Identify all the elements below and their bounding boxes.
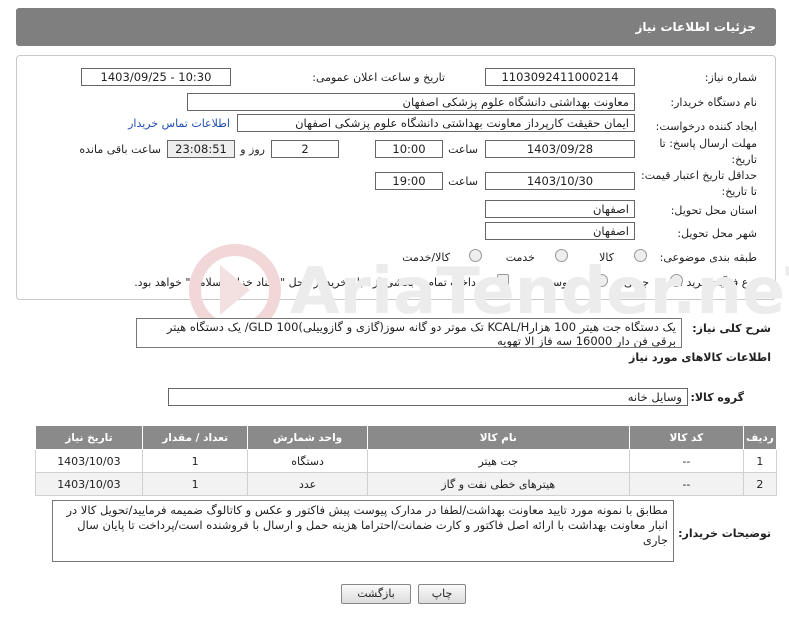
process-radio-medium[interactable] xyxy=(595,274,608,287)
deadline-date-field: 1403/09/28 xyxy=(485,140,635,158)
contact-link[interactable]: اطلاعات تماس خریدار xyxy=(128,117,230,130)
remaining-time-field: 23:08:51 xyxy=(167,140,235,158)
col-header-row: ردیف xyxy=(742,425,778,450)
deadline-time-field: 10:00 xyxy=(375,140,443,158)
page-header: جزئیات اطلاعات نیاز xyxy=(16,8,776,46)
process-option-medium: متوسط xyxy=(542,276,577,289)
category-radio-both[interactable] xyxy=(469,249,482,262)
col-header-code: کد کالا xyxy=(628,425,744,450)
need-number-field: 1103092411000214 xyxy=(485,68,635,86)
goods-group-label: گروه کالا: xyxy=(690,391,744,404)
deadline-label: مهلت ارسال پاسخ: تا تاریخ: xyxy=(659,137,757,166)
cell-qty: 1 xyxy=(141,449,249,473)
cell-code: -- xyxy=(628,472,744,496)
buyer-org-field: معاونت بهداشتی دانشگاه علوم پزشکی اصفهان xyxy=(187,93,635,111)
requester-field: ایمان حقیقت کارپرداز معاونت بهداشتی دانش… xyxy=(237,114,635,132)
category-radio-service[interactable] xyxy=(555,249,568,262)
print-button[interactable]: چاپ xyxy=(418,584,466,604)
goods-group-field: وسایل خانه xyxy=(168,388,688,406)
summary-field: یک دستگاه جت هیتر 100 هزارKCAL/H تک موتر… xyxy=(136,318,682,348)
price-validity-label: حداقل تاریخ اعتبار قیمت: تا تاریخ: xyxy=(641,169,757,198)
cell-name: هیترهای خطی نفت و گاز xyxy=(366,472,630,496)
summary-label: شرح کلی نیاز: xyxy=(692,322,771,335)
requester-label: ایجاد کننده درخواست: xyxy=(655,120,757,133)
goods-table: ردیف کد کالا نام کالا واحد شمارش تعداد /… xyxy=(35,425,778,496)
city-field: اصفهان xyxy=(485,222,635,240)
col-header-name: نام کالا xyxy=(366,425,630,450)
back-button[interactable]: بازگشت xyxy=(341,584,411,604)
treasury-checkbox[interactable] xyxy=(497,274,509,286)
col-header-date: تاریخ نیاز xyxy=(35,425,143,450)
category-option-goods: کالا xyxy=(599,251,614,264)
cell-row: 2 xyxy=(742,472,778,496)
process-label: نوع فرآیند خرید : xyxy=(679,276,757,289)
cell-date: 1403/10/03 xyxy=(35,449,143,473)
cell-qty: 1 xyxy=(141,472,249,496)
category-option-both: کالا/خدمت xyxy=(402,251,450,264)
category-radio-goods[interactable] xyxy=(634,249,647,262)
notes-field: مطابق با نمونه مورد تایید معاونت بهداشت/… xyxy=(52,500,674,562)
days-field: 2 xyxy=(271,140,339,158)
need-number-label: شماره نیاز: xyxy=(704,71,757,84)
cell-name: جت هیتر xyxy=(366,449,630,473)
payment-note: پرداخت تمام یا بخشی از مبلغ خرید،از محل … xyxy=(134,276,485,289)
category-option-service: خدمت xyxy=(505,251,535,264)
notes-label: توضیحات خریدار: xyxy=(678,527,771,540)
cell-unit: عدد xyxy=(247,472,368,496)
table-row: 2 -- هیترهای خطی نفت و گاز عدد 1 1403/10… xyxy=(35,472,778,496)
table-row: 1 -- جت هیتر دستگاه 1 1403/10/03 xyxy=(35,449,778,473)
col-header-unit: واحد شمارش xyxy=(247,425,368,450)
price-date-field: 1403/10/30 xyxy=(485,172,635,190)
cell-row: 1 xyxy=(742,449,778,473)
cell-date: 1403/10/03 xyxy=(35,472,143,496)
need-info-panel: شماره نیاز: 1103092411000214 تاریخ و ساع… xyxy=(16,55,776,300)
announce-field: 1403/09/25 - 10:30 xyxy=(81,68,231,86)
price-time-field: 19:00 xyxy=(375,172,443,190)
province-label: استان محل تحویل: xyxy=(670,204,757,217)
category-label: طبقه بندی موضوعی: xyxy=(659,251,757,264)
remaining-label: ساعت باقی مانده xyxy=(79,143,161,156)
announce-label: تاریخ و ساعت اعلان عمومی: xyxy=(312,71,445,84)
buyer-org-label: نام دستگاه خریدار: xyxy=(670,96,757,109)
cell-unit: دستگاه xyxy=(247,449,368,473)
process-radio-minor[interactable] xyxy=(670,274,683,287)
goods-section-title: اطلاعات کالاهای مورد نیاز xyxy=(629,351,771,364)
days-label: روز و xyxy=(240,143,265,156)
province-field: اصفهان xyxy=(485,200,635,218)
city-label: شهر محل تحویل: xyxy=(677,227,757,240)
col-header-qty: تعداد / مقدار xyxy=(141,425,249,450)
price-time-label: ساعت xyxy=(448,175,478,188)
goods-table-header: ردیف کد کالا نام کالا واحد شمارش تعداد /… xyxy=(35,425,778,450)
process-option-minor: جزیی xyxy=(623,276,649,289)
deadline-time-label: ساعت xyxy=(448,143,478,156)
page-title: جزئیات اطلاعات نیاز xyxy=(635,20,756,34)
cell-code: -- xyxy=(628,449,744,473)
